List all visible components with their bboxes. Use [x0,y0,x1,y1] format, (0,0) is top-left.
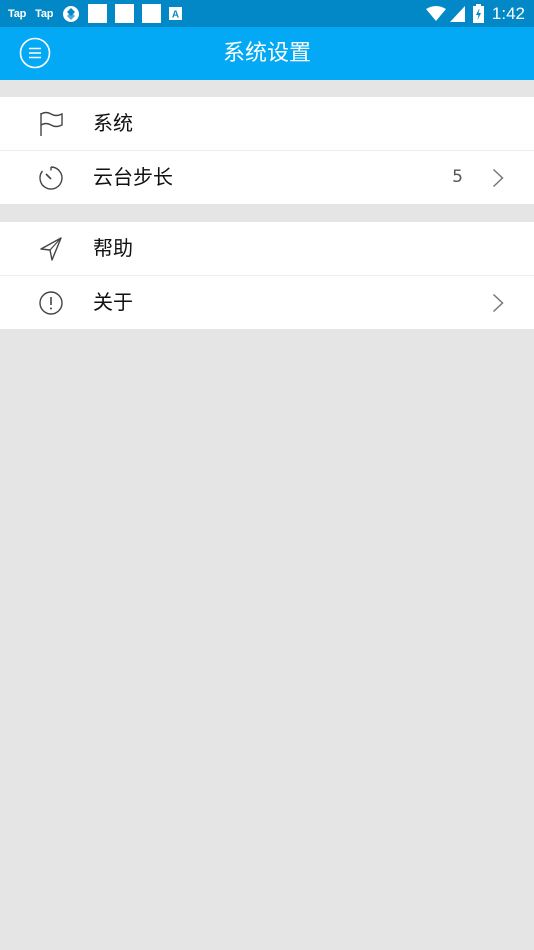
settings-item-about[interactable]: 关于 [0,275,534,329]
svg-text:A: A [172,10,179,21]
status-bar-notifications: Tap Tap A [8,0,190,27]
cell-signal-icon [449,5,465,22]
settings-item-label: 关于 [93,290,133,314]
status-bar: Tap Tap A 1:42 [0,0,534,27]
tap-app-icon: Tap [8,7,27,20]
ptz-step-value: 5 [452,167,463,187]
sync-icon [63,5,80,22]
settings-item-help[interactable]: 帮助 [0,222,534,275]
battery-charging-icon [472,4,484,23]
send-arrow-icon [40,237,62,261]
tap-app-icon: Tap [35,7,54,20]
chevron-right-icon [492,293,504,313]
info-exclamation-icon [39,291,63,315]
settings-group-1: 系统 云台步长 5 [0,97,534,204]
settings-item-label: 系统 [93,111,133,135]
flag-icon [40,111,63,136]
status-bar-system: 1:42 [425,0,525,27]
blank-notification-icon [115,4,135,23]
settings-item-system[interactable]: 系统 [0,97,534,150]
timer-icon [39,166,63,190]
page-title: 系统设置 [222,41,311,66]
settings-group-2: 帮助 关于 [0,222,534,329]
settings-item-label: 帮助 [93,236,133,260]
settings-item-ptz-step[interactable]: 云台步长 5 [0,150,534,204]
chevron-right-icon [492,168,504,188]
wifi-icon [425,5,446,21]
blank-notification-icon [88,4,108,23]
app-bar: 系统设置 [0,27,534,80]
status-time: 1:42 [491,3,525,23]
blank-notification-icon [142,4,162,23]
settings-item-label: 云台步长 [93,165,173,189]
a-notification-icon: A [169,7,183,21]
